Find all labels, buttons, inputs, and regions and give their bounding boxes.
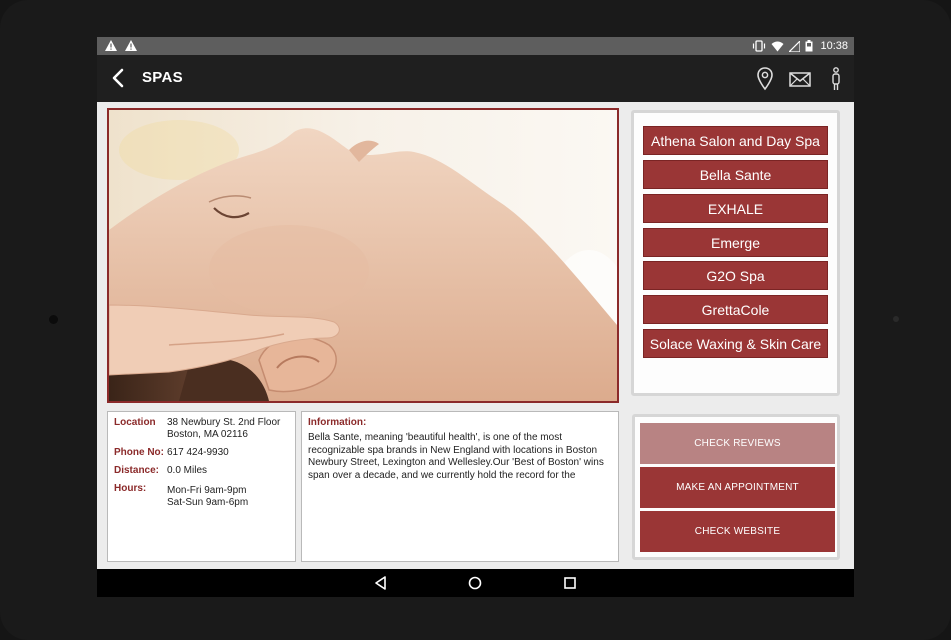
location-line2: Boston, MA 02116	[167, 429, 248, 440]
nav-recents-icon[interactable]	[562, 575, 578, 591]
spa-photo	[107, 108, 619, 403]
hours-line1: Mon-Fri 9am-9pm	[167, 485, 247, 496]
back-arrow-icon[interactable]	[107, 65, 133, 91]
spa-item-g2o-spa[interactable]: G2O Spa	[643, 261, 828, 290]
system-nav-bar	[97, 569, 854, 597]
distance-label: Distance:	[114, 465, 160, 476]
camera-dot	[49, 315, 58, 324]
details-box: Location 38 Newbury St. 2nd Floor Boston…	[107, 411, 296, 562]
information-text: Bella Sante, meaning 'beautiful health',…	[308, 432, 604, 481]
hours-label: Hours:	[114, 483, 147, 494]
spa-item-athena[interactable]: Athena Salon and Day Spa	[643, 126, 828, 155]
nav-back-icon[interactable]	[373, 575, 389, 591]
spa-item-exhale[interactable]: EXHALE	[643, 194, 828, 223]
spa-item-emerge[interactable]: Emerge	[643, 228, 828, 257]
sensor-dot	[893, 316, 899, 322]
hours-line2: Sat-Sun 9am-6pm	[167, 497, 249, 508]
make-appointment-button[interactable]: MAKE AN APPOINTMENT	[640, 467, 835, 508]
status-right: 10:38	[752, 37, 848, 55]
battery-icon	[805, 40, 813, 52]
location-line1: 38 Newbury St. 2nd Floor	[167, 417, 281, 428]
information-box: Information: Bella Sante, meaning 'beaut…	[301, 411, 619, 562]
nav-home-icon[interactable]	[467, 575, 483, 591]
status-time: 10:38	[820, 40, 848, 52]
information-label: Information:	[308, 417, 367, 428]
mail-icon[interactable]	[787, 65, 813, 93]
phone-value[interactable]: 617 424-9930	[167, 447, 229, 459]
spa-item-solace[interactable]: Solace Waxing & Skin Care	[643, 329, 828, 358]
status-bar: 10:38	[97, 37, 854, 55]
warning-icon	[125, 40, 137, 51]
signal-icon	[789, 40, 801, 52]
spa-item-grettacole[interactable]: GrettaCole	[643, 295, 828, 324]
check-reviews-button[interactable]: CHECK REVIEWS	[640, 423, 835, 464]
wifi-icon	[771, 41, 784, 51]
distance-value: 0.0 Miles	[167, 465, 208, 476]
actions-panel: CHECK REVIEWS MAKE AN APPOINTMENT CHECK …	[632, 414, 840, 560]
check-website-button[interactable]: CHECK WEBSITE	[640, 511, 835, 552]
spa-massage-image	[109, 110, 617, 401]
page-title: SPAS	[142, 69, 183, 86]
info-person-icon[interactable]	[823, 65, 849, 93]
location-pin-icon[interactable]	[752, 65, 778, 93]
warning-icon	[105, 40, 117, 51]
vibrate-icon	[753, 40, 766, 52]
app-bar: SPAS	[97, 55, 854, 102]
content-area: Athena Salon and Day Spa Bella Sante EXH…	[97, 102, 854, 569]
screen: 10:38 SPAS Athena Salon and Day Spa Bell…	[97, 37, 854, 597]
spa-list-panel: Athena Salon and Day Spa Bella Sante EXH…	[631, 110, 840, 396]
spa-item-bella-sante[interactable]: Bella Sante	[643, 160, 828, 189]
phone-label: Phone No:	[114, 447, 164, 458]
location-label: Location	[114, 417, 156, 428]
